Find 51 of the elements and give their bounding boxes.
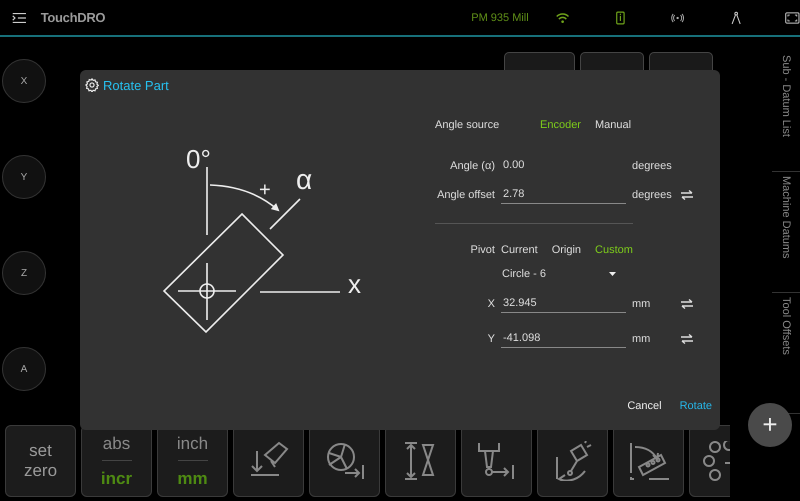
dropdown-caret-icon xyxy=(609,272,616,276)
field-label: Angle (α) xyxy=(449,160,495,172)
settings-icon xyxy=(85,78,99,92)
tablet-info-icon[interactable] xyxy=(616,8,625,26)
source-option[interactable]: Encoder xyxy=(540,119,581,131)
swap-icon[interactable] xyxy=(681,334,693,344)
field-label: Pivot xyxy=(470,244,495,256)
wifi-icon[interactable] xyxy=(556,10,569,24)
frame-icon[interactable] xyxy=(785,10,800,26)
side-tab[interactable]: Machine Datums xyxy=(780,176,792,259)
source-option[interactable]: Manual xyxy=(594,119,632,131)
axis-button[interactable]: A xyxy=(2,347,46,391)
field-label: Angle offset xyxy=(436,188,495,200)
set-zero-button[interactable]: set zero xyxy=(5,425,76,497)
toggle-option[interactable]: incr xyxy=(100,468,132,488)
diagram-label: x xyxy=(348,269,361,299)
rotate-button[interactable]: Rotate xyxy=(680,400,712,412)
unit-label: mm xyxy=(632,332,652,344)
machine-name: PM 935 Mill xyxy=(471,12,529,24)
axis-button[interactable]: X xyxy=(2,59,46,103)
dialog-title: Rotate Part xyxy=(103,78,169,92)
broadcast-icon[interactable] xyxy=(670,12,684,24)
pivot-option[interactable]: Current xyxy=(501,244,538,256)
add-button[interactable]: + xyxy=(748,403,792,447)
input-field[interactable]: 2.78 xyxy=(501,186,626,204)
app-logo: TouchDRO xyxy=(40,10,106,25)
side-tab[interactable]: Tool Offsets xyxy=(780,297,792,355)
unit-label: degrees xyxy=(632,188,673,200)
pivot-dropdown[interactable]: Circle - 6 xyxy=(501,268,626,280)
swap-icon[interactable] xyxy=(681,190,693,200)
axis-button[interactable]: Y xyxy=(2,155,46,199)
pivot-option[interactable]: Origin xyxy=(552,244,582,256)
pivot-option[interactable]: Custom xyxy=(595,244,633,256)
swap-icon[interactable] xyxy=(681,298,693,308)
axis-button[interactable]: Z xyxy=(2,251,46,295)
diagram-label: + xyxy=(259,179,271,201)
toggle-option[interactable]: mm xyxy=(177,468,208,488)
cancel-button[interactable]: Cancel xyxy=(627,400,662,412)
toggle-option[interactable]: inch xyxy=(176,434,208,454)
unit-label: mm xyxy=(632,298,652,310)
diagram-label: α xyxy=(296,164,312,195)
input-field[interactable]: 32.945 xyxy=(501,294,626,312)
toggle-option[interactable]: abs xyxy=(102,434,130,454)
field-label: Y xyxy=(486,332,495,344)
field-value: 0.00 xyxy=(502,158,526,173)
field-label: X xyxy=(486,298,495,310)
unit-label: degrees xyxy=(632,160,673,172)
menu-icon[interactable] xyxy=(12,10,27,24)
side-tab[interactable]: Sub - Datum List xyxy=(780,55,792,137)
input-field[interactable]: -41.098 xyxy=(501,330,626,348)
diagram-label: 0° xyxy=(186,144,211,174)
